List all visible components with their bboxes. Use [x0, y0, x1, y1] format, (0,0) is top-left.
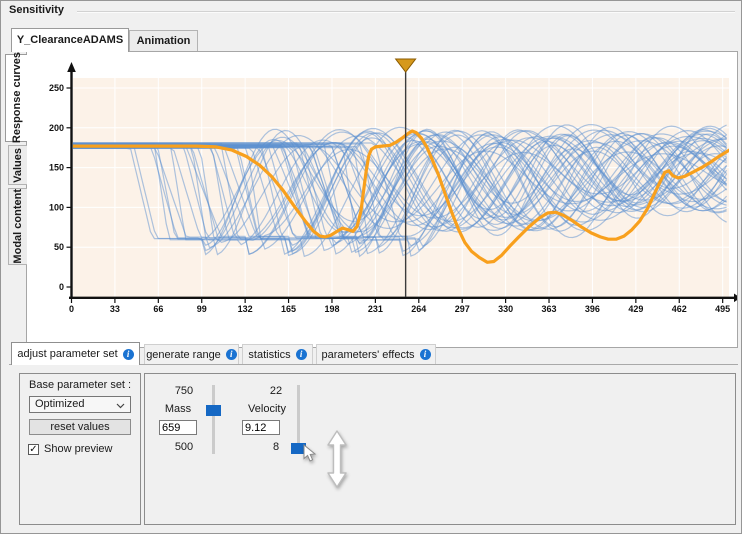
svg-text:264: 264 [411, 304, 426, 314]
mass-label: Mass [164, 403, 192, 415]
reset-values-button[interactable]: reset values [29, 419, 131, 435]
base-parameter-label: Base parameter set : [29, 379, 132, 391]
mass-value-input[interactable] [159, 420, 197, 435]
parameter-sliders-groupbox: 750 Mass 500 22 Velocity 8 [144, 373, 736, 525]
mouse-cursor-icon [303, 444, 317, 462]
svg-text:198: 198 [324, 304, 339, 314]
velocity-label: Velocity [248, 403, 286, 415]
mass-min-label: 500 [174, 441, 194, 453]
side-tab-response-curves[interactable]: Response curves [5, 52, 27, 144]
show-preview-checkbox[interactable]: ✓ [28, 443, 39, 455]
svg-text:231: 231 [368, 304, 383, 314]
show-preview-label: Show preview [44, 443, 113, 455]
svg-text:100: 100 [49, 202, 64, 212]
tab-parameters-effects[interactable]: parameters' effects i [316, 344, 436, 364]
info-icon[interactable]: i [122, 348, 134, 360]
svg-text:363: 363 [542, 304, 557, 314]
info-icon[interactable]: i [419, 349, 431, 360]
svg-text:250: 250 [49, 83, 64, 93]
mass-slider-track[interactable] [212, 385, 215, 454]
mass-max-label: 750 [174, 385, 194, 397]
svg-text:297: 297 [455, 304, 470, 314]
side-tab-values[interactable]: Values [8, 145, 27, 185]
svg-text:99: 99 [197, 304, 207, 314]
svg-text:200: 200 [49, 123, 64, 133]
response-curves-chart[interactable]: 0 33 66 99 132 165 198 231 264 297 330 363 396 429 462… [27, 52, 737, 347]
vertical-drag-arrow-icon [327, 430, 347, 488]
base-parameter-dropdown[interactable]: Optimized [29, 396, 131, 413]
tab-generate-range[interactable]: generate range i [144, 344, 239, 364]
page-title: Sensitivity [9, 4, 65, 16]
svg-text:0: 0 [69, 304, 74, 314]
tab-animation[interactable]: Animation [129, 30, 198, 52]
show-preview-row: ✓ Show preview [28, 443, 112, 455]
svg-text:429: 429 [628, 304, 643, 314]
svg-text:462: 462 [672, 304, 687, 314]
svg-text:33: 33 [110, 304, 120, 314]
svg-text:495: 495 [715, 304, 730, 314]
tab-adjust-parameter-set[interactable]: adjust parameter set i [11, 342, 140, 365]
info-icon[interactable]: i [295, 349, 307, 360]
chevron-down-icon [116, 403, 125, 409]
mass-slider-handle[interactable] [206, 404, 221, 416]
svg-text:0: 0 [59, 282, 64, 292]
time-marker-handle[interactable] [394, 58, 417, 73]
side-tab-modal-content[interactable]: Modal content [8, 188, 27, 265]
tab-statistics[interactable]: statistics i [242, 344, 313, 364]
svg-text:66: 66 [153, 304, 163, 314]
svg-text:150: 150 [49, 163, 64, 173]
chart-panel: 0 33 66 99 132 165 198 231 264 297 330 363 396 429 462… [26, 51, 738, 348]
velocity-value-input[interactable] [242, 420, 280, 435]
svg-text:50: 50 [54, 242, 64, 252]
svg-text:396: 396 [585, 304, 600, 314]
title-divider [77, 11, 735, 13]
velocity-max-label: 22 [269, 385, 283, 397]
tab-y-clearance-adams[interactable]: Y_ClearanceADAMS [11, 28, 129, 52]
svg-text:165: 165 [281, 304, 296, 314]
base-parameter-groupbox: Base parameter set : Optimized reset val… [19, 373, 141, 525]
info-icon[interactable]: i [225, 349, 237, 360]
svg-text:132: 132 [238, 304, 253, 314]
svg-text:330: 330 [498, 304, 513, 314]
